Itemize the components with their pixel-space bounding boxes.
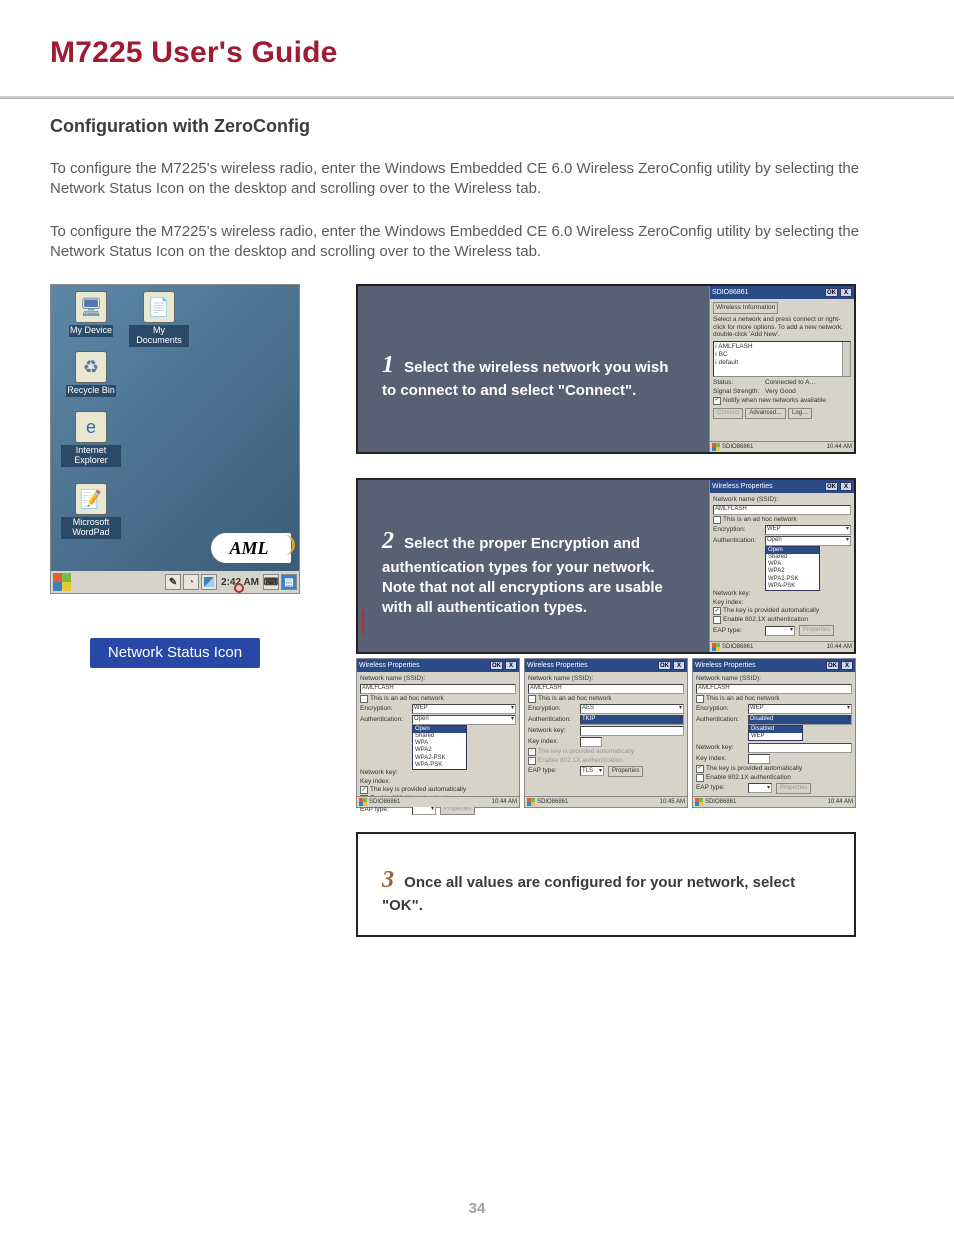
step-2-screenshot: Wireless Properties OKX Network name (SSI… [709,480,854,652]
eap-select[interactable] [765,626,795,636]
step-number: 2 [382,525,394,557]
icon-label: Recycle Bin [66,385,116,397]
start-button[interactable] [53,573,71,591]
icon-label: Microsoft WordPad [61,517,121,539]
dlg-title: Wireless Properties [712,483,773,490]
ssid-label: Network name (SSID): [713,496,851,504]
ok-button[interactable]: OK [825,482,838,491]
icon-my-documents: 📄 My Documents [129,291,189,347]
desktop-screenshot: 🖥 My Device 📄 My Documents ♻ Recycle Bin… [50,284,300,594]
section-heading: Configuration with ZeroConfig [50,116,904,137]
mini-taskbar: SDIO8686110:44 AM [710,441,854,452]
keyidx-label: Key index: [713,599,763,607]
8021x-label: Enable 802.1X authentication [723,616,808,624]
step-1-screenshot: SDIO86861 OKX Wireless Information Select… [709,286,854,452]
step-number: 3 [382,864,394,896]
eap-label: EAP type: [713,627,763,635]
network-list[interactable]: 𝗂 AMLFLASH 𝗂 BC 𝗂 default [713,341,851,377]
icon-internet-explorer: e Internet Explorer [61,411,121,467]
step-1-box: 1 Select the wireless network you wish t… [356,284,856,454]
connect-button[interactable]: Connect [713,408,743,419]
tab-wireless-info[interactable]: Wireless Information [713,302,778,314]
8021x-checkbox[interactable] [713,616,721,624]
properties-button[interactable]: Properties [799,625,834,636]
signal-value: Very Good [765,388,796,396]
network-status-callout: Network Status Icon [90,638,260,668]
ok-button[interactable]: OK [825,288,838,297]
wordpad-icon: 📝 [75,483,107,515]
notify-checkbox[interactable]: ✓ [713,397,721,405]
step-2-box: 2 Select the proper Encryption and authe… [356,478,856,654]
callout-pointer-circle [234,583,244,593]
close-icon[interactable]: X [840,288,852,297]
auth-dropdown[interactable]: Open Shared WPA WPA2 WPA2-PSK WPA-PSK [765,546,820,591]
icon-label: My Documents [129,325,189,347]
tray-icon: ◔ [183,574,199,590]
icon-my-device: 🖥 My Device [61,291,121,337]
step-body: Once all values are configured for your … [382,874,795,914]
sip-icon: ⌨ [263,574,279,590]
intro-paragraph-2: To configure the M7225's wireless radio,… [50,222,904,263]
intro-paragraph-1: To configure the M7225's wireless radio,… [50,159,904,200]
taskbar: ✎ ◔ 2:42 AM ⌨ ▤ [51,571,299,593]
folder-icon: 📄 [143,291,175,323]
close-icon[interactable]: X [840,482,852,491]
step-2-variants: Wireless PropertiesOKX Network name (SSI… [356,658,856,808]
step-3-box: 3 Once all values are configured for you… [356,832,856,937]
variant-b: Wireless PropertiesOKX Network name (SSI… [524,658,688,808]
step-3-text: 3 Once all values are configured for you… [358,834,854,935]
desktop-tray-icon: ▤ [281,574,297,590]
network-status-tray-icon[interactable] [201,574,217,590]
variant-c: Wireless PropertiesOKX Network name (SSI… [692,658,856,808]
callout-pointer-line [362,610,364,634]
step-body: Select the proper Encryption and authent… [382,535,663,616]
dlg-title: SDIO86861 [712,289,749,296]
document-title: M7225 User's Guide [50,36,904,70]
status-label: Status: [713,379,763,387]
help-text: Select a network and press connect or ri… [713,316,851,339]
status-value: Connected to A… [765,379,816,387]
page-number: 34 [0,1200,954,1217]
ie-icon: e [75,411,107,443]
adhoc-label: This is an ad hoc network [723,516,797,524]
aml-logo: AML [211,533,291,563]
signal-label: Signal Strength: [713,388,763,396]
step-number: 1 [382,349,394,381]
log-button[interactable]: Log… [788,408,812,419]
encryption-label: Encryption: [713,526,763,534]
mini-taskbar: SDIO8686110:44 AM [710,641,854,652]
icon-label: My Device [69,325,113,337]
icon-wordpad: 📝 Microsoft WordPad [61,483,121,539]
notify-label: Notify when new networks available [723,397,826,405]
keyauto-checkbox[interactable]: ✓ [713,607,721,615]
recycle-icon: ♻ [75,351,107,383]
icon-recycle-bin: ♻ Recycle Bin [61,351,121,397]
keyauto-label: The key is provided automatically [723,607,819,615]
step-body: Select the wireless network you wish to … [382,359,668,399]
ssid-input[interactable]: AMLFLASH [713,505,851,515]
device-icon: 🖥 [75,291,107,323]
title-underline [0,96,954,99]
icon-label: Internet Explorer [61,445,121,467]
encryption-select[interactable]: WEP [765,525,851,535]
authentication-select[interactable]: Open [765,536,851,546]
authentication-label: Authentication: [713,537,763,545]
variant-a: Wireless PropertiesOKX Network name (SSI… [356,658,520,808]
adhoc-checkbox[interactable] [713,516,721,524]
tray-icon: ✎ [165,574,181,590]
step-1-text: 1 Select the wireless network you wish t… [358,286,709,452]
step-2-text: 2 Select the proper Encryption and authe… [358,480,709,652]
advanced-button[interactable]: Advanced… [745,408,786,419]
netkey-label: Network key: [713,590,763,598]
